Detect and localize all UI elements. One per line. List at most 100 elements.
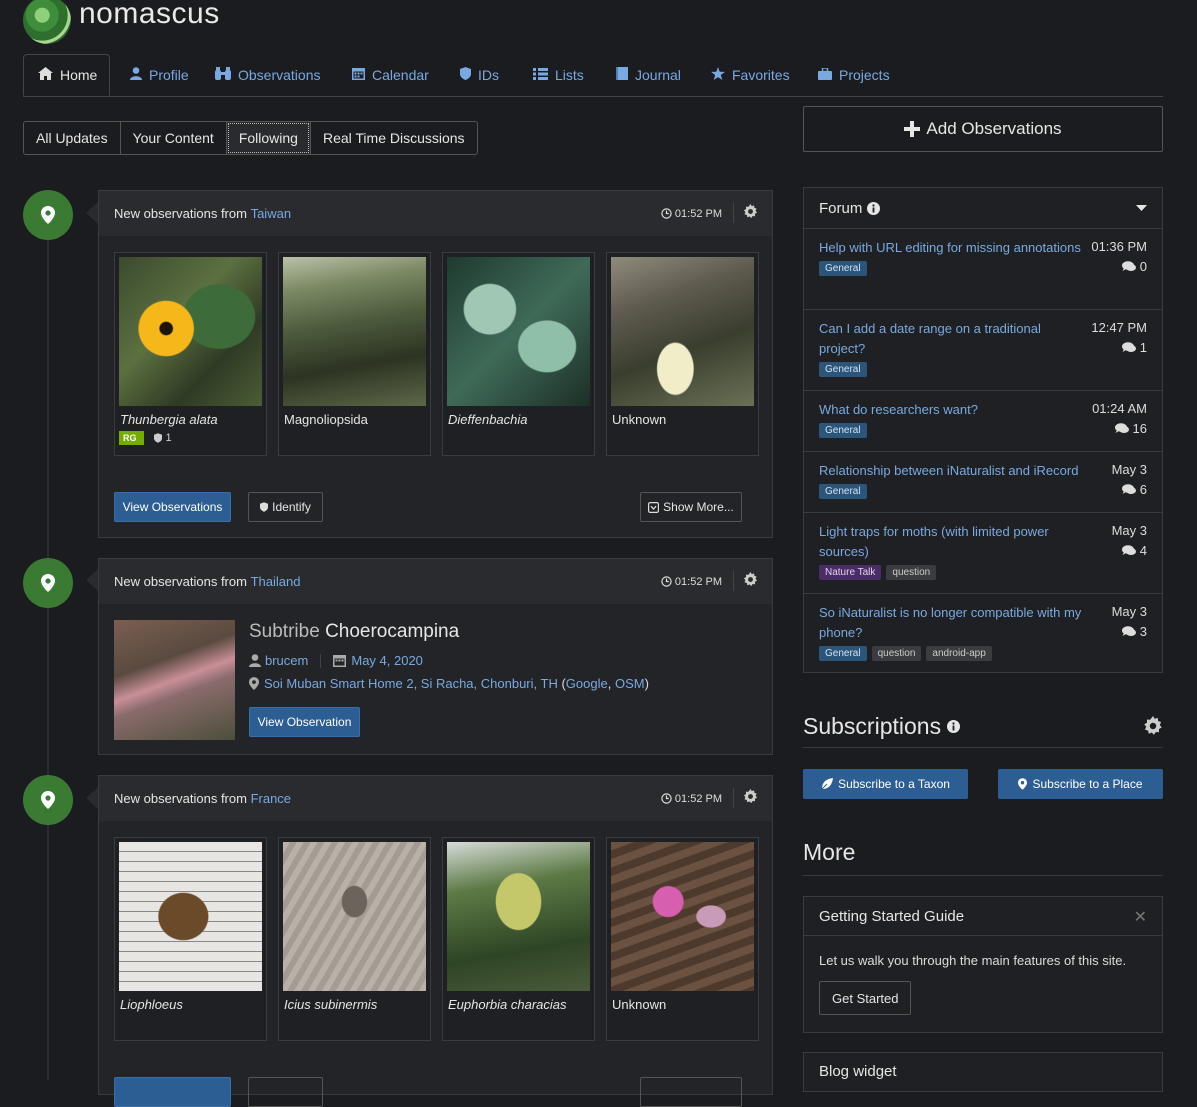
forum-topic-time: 01:24 AM: [1092, 401, 1147, 416]
forum-reply-count: 3: [1121, 624, 1147, 639]
comments-icon: [1121, 484, 1136, 494]
feed-place-link[interactable]: France: [251, 791, 291, 806]
user-icon: [130, 67, 142, 83]
home-icon: [38, 67, 53, 83]
observation-card[interactable]: Thunbergia alata RG 1: [114, 252, 267, 456]
category-tag[interactable]: General: [819, 261, 867, 276]
observation-photo[interactable]: [283, 257, 426, 406]
observation-card[interactable]: Liophloeus: [114, 837, 267, 1041]
observation-name: Dieffenbachia: [448, 412, 528, 427]
view-observation-button[interactable]: View Observation: [249, 707, 360, 737]
tab-journal[interactable]: Journal: [616, 54, 681, 96]
identify-button[interactable]: [248, 1077, 323, 1107]
google-map-link[interactable]: Google: [566, 676, 608, 691]
forum-topic-link[interactable]: Can I add a date range on a traditional …: [819, 319, 1089, 359]
feed-place-link[interactable]: Thailand: [251, 574, 301, 589]
forum-widget: Forum Help with URL editing for missing …: [803, 187, 1163, 673]
location-link[interactable]: Soi Muban Smart Home 2, Si Racha, Chonbu…: [264, 676, 558, 691]
tab-projects[interactable]: Projects: [818, 54, 890, 96]
observation-card[interactable]: Magnoliopsida: [278, 252, 431, 456]
chevron-down-icon: [648, 501, 660, 513]
gear-icon[interactable]: [1143, 716, 1163, 741]
subtab-following[interactable]: Following: [225, 121, 311, 155]
tab-home[interactable]: Home: [23, 54, 110, 96]
topic-tag[interactable]: question: [871, 646, 922, 661]
observation-name: Liophloeus: [120, 997, 183, 1012]
observation-photo[interactable]: [611, 842, 754, 991]
forum-topic-link[interactable]: Help with URL editing for missing annota…: [819, 238, 1089, 258]
site-logo[interactable]: [23, 0, 71, 44]
binoculars-icon: [215, 67, 231, 83]
observation-date-link[interactable]: May 4, 2020: [351, 653, 423, 668]
info-icon: [947, 720, 961, 733]
feed-place-link[interactable]: Taiwan: [251, 206, 291, 221]
gear-icon[interactable]: [743, 572, 758, 590]
topic-tag[interactable]: android-app: [926, 646, 992, 661]
view-observations-button[interactable]: View Observations: [114, 492, 231, 522]
forum-topic: So iNaturalist is no longer compatible w…: [804, 594, 1162, 674]
forum-topic: What do researchers want? 01:24 AM 16 Ge…: [804, 391, 1162, 452]
forum-topic-link[interactable]: What do researchers want?: [819, 400, 1089, 420]
map-marker-icon: [23, 558, 73, 608]
observation-photo[interactable]: [283, 842, 426, 991]
tab-calendar[interactable]: Calendar: [352, 54, 429, 96]
observation-card[interactable]: Unknown: [606, 837, 759, 1041]
topic-tag[interactable]: question: [886, 565, 937, 580]
feed-item-thailand: New observations from Thailand 01:52 PM …: [98, 558, 773, 755]
subtab-your-content[interactable]: Your Content: [119, 121, 227, 155]
observation-card[interactable]: Euphorbia characias: [442, 837, 595, 1041]
comments-icon: [1121, 626, 1136, 636]
comments-icon: [1121, 342, 1136, 352]
forum-topic-link[interactable]: Light traps for moths (with limited powe…: [819, 522, 1089, 562]
forum-topic-link[interactable]: Relationship between iNaturalist and iRe…: [819, 461, 1089, 481]
tab-ids[interactable]: IDs: [460, 54, 499, 96]
show-more-button[interactable]: [640, 1077, 742, 1107]
show-more-button[interactable]: Show More...: [640, 492, 742, 522]
category-tag[interactable]: General: [819, 423, 867, 438]
add-observations-button[interactable]: Add Observations: [803, 106, 1163, 152]
subscribe-taxon-button[interactable]: Subscribe to a Taxon: [803, 769, 968, 799]
getting-started-title: Getting Started Guide: [819, 907, 965, 925]
subscribe-place-button[interactable]: Subscribe to a Place: [998, 769, 1163, 799]
subtab-real-time-discussions[interactable]: Real Time Discussions: [309, 121, 478, 155]
observation-photo[interactable]: [447, 257, 590, 406]
observation-card[interactable]: Unknown: [606, 252, 759, 456]
observation-photo[interactable]: [119, 257, 262, 406]
observation-photo[interactable]: [119, 842, 262, 991]
gear-icon[interactable]: [743, 789, 758, 807]
caret-down-icon[interactable]: [1136, 205, 1147, 212]
osm-map-link[interactable]: OSM: [615, 676, 645, 691]
tab-profile[interactable]: Profile: [130, 54, 189, 96]
tab-favorites[interactable]: Favorites: [711, 54, 790, 96]
observer-link[interactable]: brucem: [265, 653, 308, 668]
research-grade-badge: RG: [119, 431, 144, 445]
category-tag[interactable]: General: [819, 484, 867, 499]
get-started-button[interactable]: Get Started: [819, 981, 912, 1015]
tab-lists[interactable]: Lists: [533, 54, 584, 96]
map-marker-icon: [23, 775, 73, 825]
observation-card[interactable]: Dieffenbachia: [442, 252, 595, 456]
observation-card[interactable]: Icius subinermis: [278, 837, 431, 1041]
forum-reply-count: 4: [1121, 543, 1147, 558]
category-tag[interactable]: Nature Talk: [819, 565, 882, 580]
observation-taxon[interactable]: Subtribe Choerocampina: [249, 621, 649, 643]
observation-photo[interactable]: [447, 842, 590, 991]
observation-photo[interactable]: [114, 620, 235, 740]
map-marker-icon: [1018, 778, 1028, 790]
gear-icon[interactable]: [743, 204, 758, 222]
site-name[interactable]: nomascus: [79, 0, 220, 31]
close-icon[interactable]: ✕: [1134, 907, 1147, 927]
subtab-all-updates[interactable]: All Updates: [23, 121, 121, 155]
tab-observations[interactable]: Observations: [215, 54, 320, 96]
getting-started-text: Let us walk you through the main feature…: [819, 953, 1127, 968]
view-observations-button[interactable]: [114, 1077, 231, 1107]
feed-item-france: New observations from France 01:52 PM Li…: [98, 775, 773, 1107]
identify-button[interactable]: Identify: [248, 492, 323, 522]
feed-time: 01:52 PM: [661, 208, 722, 220]
observation-grid: Thunbergia alata RG 1 Magnoliopsida Dief…: [99, 236, 772, 456]
feed-header: New observations from Thailand 01:52 PM: [99, 559, 772, 604]
category-tag[interactable]: General: [819, 362, 867, 377]
forum-topic-link[interactable]: So iNaturalist is no longer compatible w…: [819, 603, 1089, 643]
category-tag[interactable]: General: [819, 646, 867, 661]
observation-photo[interactable]: [611, 257, 754, 406]
